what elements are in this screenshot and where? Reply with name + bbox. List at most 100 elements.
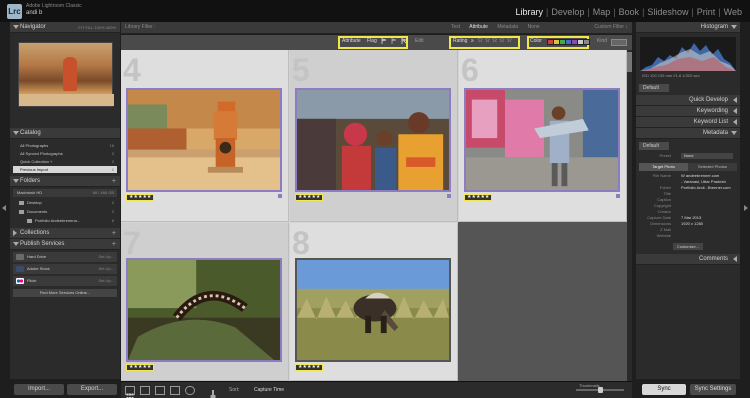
folder-portfolio[interactable]: Portfolio Andeebrenena... 8 xyxy=(13,217,117,225)
module-web[interactable]: Web xyxy=(724,7,742,17)
setup-link[interactable]: Set Up... xyxy=(98,252,114,262)
metadata-header[interactable]: Metadata xyxy=(636,128,740,139)
navigator-zoom-options[interactable]: FIT FILL 100% 400% xyxy=(78,22,116,33)
service-adobe-stock[interactable]: Adobe Stock Set Up... xyxy=(13,264,117,274)
saved-preset-select[interactable]: Default xyxy=(639,84,669,92)
grid-cell[interactable]: 8 ★★★★★ xyxy=(290,223,458,381)
photo-thumbnail[interactable] xyxy=(126,258,282,362)
add-publish-service-icon[interactable]: + xyxy=(112,239,116,250)
keywording-title: Keywording xyxy=(696,108,728,114)
painter-icon[interactable] xyxy=(209,386,219,398)
customize-button[interactable]: Customize... xyxy=(673,243,703,250)
keywording-header[interactable]: Keywording xyxy=(636,106,740,117)
rating-badge[interactable]: ★★★★★ xyxy=(295,194,324,201)
collapse-left-panel-icon[interactable] xyxy=(2,205,6,211)
folders-header[interactable]: Folders + xyxy=(10,176,120,187)
keyword-list-header[interactable]: Keyword List xyxy=(636,117,740,128)
catalog-header[interactable]: Catalog xyxy=(10,128,120,139)
catalog-item-all-synced[interactable]: All Synced Photographs 0 xyxy=(13,150,117,157)
color-label-swatch[interactable] xyxy=(583,39,590,45)
sync-button[interactable]: Sync xyxy=(642,384,686,395)
kind-filter-icons[interactable] xyxy=(611,39,627,46)
folder-documents[interactable]: Documents 0 xyxy=(13,208,117,216)
catalog-item-all-photographs[interactable]: All Photographs 18 xyxy=(13,142,117,149)
cell-index: 8 xyxy=(292,225,310,261)
people-view-icon[interactable] xyxy=(185,386,195,395)
metadata-preset-select[interactable]: None xyxy=(681,153,733,159)
filter-tab-none[interactable]: None xyxy=(528,24,540,30)
color-label: Color xyxy=(530,38,542,44)
service-flickr[interactable]: Flickr Set Up... xyxy=(13,276,117,286)
slider-knob[interactable] xyxy=(598,387,603,393)
filter-tab-metadata[interactable]: Metadata xyxy=(497,24,518,30)
navigator-header[interactable]: Navigator FIT FILL 100% 400% xyxy=(10,22,120,33)
flag-picked-icon[interactable] xyxy=(381,38,387,44)
grid-cell[interactable]: 5 ★★★★★ xyxy=(290,50,458,222)
rating-operator[interactable]: ≥ xyxy=(471,38,474,44)
service-hard-drive[interactable]: Hard Drive Set Up... xyxy=(13,252,117,262)
grid-view-icon[interactable] xyxy=(125,386,135,398)
volume-macintosh-hd[interactable]: Macintosh HD 88 / 466 GB xyxy=(13,189,117,197)
comments-header[interactable]: Comments xyxy=(636,254,740,265)
setup-link[interactable]: Set Up... xyxy=(98,276,114,286)
flag-rejected-icon[interactable] xyxy=(401,38,407,44)
collapse-right-panel-icon[interactable] xyxy=(744,205,748,211)
photo-thumbnail[interactable] xyxy=(126,88,282,192)
module-book[interactable]: Book xyxy=(619,7,640,17)
survey-view-icon[interactable] xyxy=(170,386,180,395)
photo-thumbnail[interactable] xyxy=(295,88,451,192)
filter-tab-attribute[interactable]: Attribute xyxy=(469,24,488,30)
catalog-item-previous-import[interactable]: Previous Import 8 xyxy=(13,166,117,173)
publish-services-header[interactable]: Publish Services + xyxy=(10,239,120,250)
export-button[interactable]: Export... xyxy=(67,384,117,395)
compare-view-icon[interactable] xyxy=(155,386,165,395)
grid-cell[interactable]: 4 ★★★★★ xyxy=(121,50,289,222)
histogram-info: ISO 100 135 mm f/1.8 1/320 sec xyxy=(642,73,700,78)
module-library[interactable]: Library xyxy=(515,7,543,17)
filter-preset-select[interactable]: Custom Filter ↕ xyxy=(594,24,628,30)
scrollbar-thumb[interactable] xyxy=(627,52,632,72)
flag-unflagged-icon[interactable] xyxy=(391,38,397,44)
rating-badge[interactable]: ★★★★★ xyxy=(126,364,155,371)
module-slideshow[interactable]: Slideshow xyxy=(647,7,688,17)
folder-desktop[interactable]: Desktop 0 xyxy=(13,199,117,207)
grid-cell[interactable]: 7 ★★★★★ xyxy=(121,223,289,381)
module-print[interactable]: Print xyxy=(697,7,716,17)
rating-badge[interactable]: ★★★★★ xyxy=(295,364,324,371)
rating-badge[interactable]: ★★★★★ xyxy=(126,194,155,201)
collapsed-triangle-icon xyxy=(733,108,737,114)
expand-triangle-icon xyxy=(731,131,737,135)
flag-filter-icons[interactable] xyxy=(379,38,409,46)
metadata-view-select[interactable]: Default xyxy=(639,142,669,150)
metadata-row[interactable]: Website xyxy=(639,233,737,239)
import-button[interactable]: Import... xyxy=(14,384,64,395)
cell-index: 4 xyxy=(123,52,141,88)
sync-settings-button[interactable]: Sync Settings xyxy=(690,384,736,395)
rating-badge[interactable]: ★★★★★ xyxy=(464,194,493,201)
navigator-preview[interactable] xyxy=(10,33,120,128)
photo-thumbnail[interactable] xyxy=(464,88,620,192)
filter-tab-text[interactable]: Text xyxy=(451,24,460,30)
setup-link[interactable]: Set Up... xyxy=(98,264,114,274)
sort-select[interactable]: Capture Time xyxy=(254,387,284,393)
find-more-services-button[interactable]: Find More Services Online... xyxy=(13,289,117,297)
tab-selected-photos[interactable]: Selected Photos xyxy=(688,163,737,171)
thumbnail-size-slider[interactable] xyxy=(576,387,624,393)
tab-target-photo[interactable]: Target Photo xyxy=(639,163,688,171)
comments-title: Comments xyxy=(698,256,728,262)
quick-develop-header[interactable]: Quick Develop xyxy=(636,95,740,106)
add-collection-icon[interactable]: + xyxy=(112,228,116,239)
add-folder-icon[interactable]: + xyxy=(112,176,116,187)
grid-scrollbar[interactable] xyxy=(627,50,632,381)
navigator-thumbnail xyxy=(18,42,114,107)
catalog-item-quick-collection[interactable]: Quick Collection +0 xyxy=(13,158,117,165)
collections-header[interactable]: Collections + xyxy=(10,228,120,239)
loupe-view-icon[interactable] xyxy=(140,386,150,395)
module-develop[interactable]: Develop xyxy=(551,7,584,17)
photo-thumbnail[interactable] xyxy=(295,258,451,362)
module-map[interactable]: Map xyxy=(593,7,611,17)
rating-stars[interactable]: ☆☆☆☆☆ xyxy=(477,36,513,44)
identity-plate: Lrc Adobe Lightroom Classic andi b Libra… xyxy=(0,0,750,22)
histogram-header[interactable]: Histogram xyxy=(636,22,740,33)
grid-cell[interactable]: 6 ★★★★★ xyxy=(459,50,627,222)
